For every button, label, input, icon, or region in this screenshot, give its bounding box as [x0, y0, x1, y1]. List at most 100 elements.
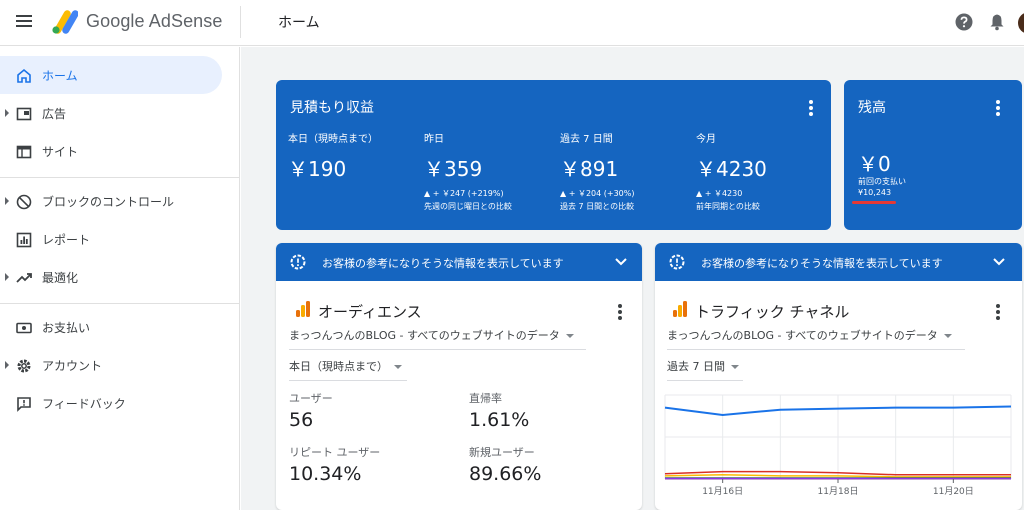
- stat-value: 89.66%: [469, 463, 542, 485]
- metric-this-month: 今月 ￥4230 ▲ + ￥4230 前年同期との比較: [696, 130, 767, 212]
- sidebar-item-label: アカウント: [42, 359, 103, 373]
- sidebar-item-label: 最適化: [42, 271, 79, 285]
- more-options-icon[interactable]: [618, 304, 622, 320]
- estimated-earnings-card: 見積もり収益 本日（現時点まで） ￥190 昨日 ￥359 ▲ + ￥247 (…: [276, 80, 831, 230]
- sidebar-item-label: レポート: [42, 233, 91, 247]
- notifications-bell-icon[interactable]: [989, 13, 1005, 31]
- app-brand: Google AdSense: [86, 11, 223, 31]
- sidebar-item-account[interactable]: アカウント: [0, 346, 222, 384]
- metric-last-7-days: 過去 7 日間 ￥891 ▲ + ￥204 (+30%) 過去 7 日間との比較: [560, 130, 634, 212]
- metric-change: ▲ + ￥204 (+30%): [560, 189, 635, 198]
- insight-icon: [669, 254, 685, 270]
- feedback-icon: [17, 397, 31, 412]
- home-icon: [17, 68, 31, 83]
- period-dropdown-value: 本日（現時点まで）: [289, 360, 388, 373]
- chevron-down-icon[interactable]: [614, 257, 628, 267]
- metric-change: ▲ + ￥4230: [696, 189, 743, 198]
- sites-icon: [16, 145, 32, 159]
- more-options-icon[interactable]: [996, 304, 1000, 320]
- page-title: ホーム: [278, 15, 320, 31]
- metric-change: ▲ + ￥247 (+219%): [424, 189, 504, 198]
- expand-arrow-icon: [5, 273, 9, 281]
- insight-banner-text: お客様の参考になりそうな情報を表示しています: [701, 257, 943, 270]
- metric-value: ￥359: [424, 157, 483, 181]
- menu-icon[interactable]: [16, 14, 34, 28]
- payments-icon: [16, 322, 32, 334]
- balance-value: ￥0: [858, 152, 891, 176]
- insight-banner[interactable]: お客様の参考になりそうな情報を表示しています: [276, 243, 642, 281]
- balance-card: 残高 ￥0 前回の支払い ¥10,243: [844, 80, 1022, 230]
- sidebar-item-sites[interactable]: サイト: [0, 132, 222, 170]
- site-dropdown[interactable]: まっつんつんのBLOG - すべてのウェブサイトのデータ: [289, 327, 586, 350]
- insight-icon: [290, 254, 306, 270]
- stat-label: ユーザー: [289, 392, 333, 405]
- x-tick-label: 11月16日: [702, 486, 743, 497]
- stat-value: 1.61%: [469, 409, 530, 431]
- audience-card: お客様の参考になりそうな情報を表示しています オーディエンス まっつんつんのBL…: [276, 243, 642, 510]
- site-dropdown-value: まっつんつんのBLOG - すべてのウェブサイトのデータ: [667, 329, 938, 342]
- sidebar-item-label: 広告: [42, 107, 67, 121]
- x-tick-label: 11月20日: [933, 486, 974, 497]
- stat-label: 直帰率: [469, 392, 502, 405]
- metric-yesterday: 昨日 ￥359 ▲ + ￥247 (+219%) 先週の同じ曜日との比較: [424, 130, 512, 212]
- sidebar-nav: ホーム 広告 サイト ブロックのコントロール レポート 最適化 お支払い アカウ…: [0, 47, 240, 510]
- gear-icon: [17, 359, 31, 373]
- metric-today: 本日（現時点まで） ￥190: [288, 130, 378, 182]
- site-dropdown-value: まっつんつんのBLOG - すべてのウェブサイトのデータ: [289, 329, 560, 342]
- metric-value: ￥4230: [696, 157, 767, 181]
- top-app-bar: Google AdSense ホーム: [0, 0, 1024, 46]
- header-divider: [240, 6, 241, 38]
- sidebar-item-block-controls[interactable]: ブロックのコントロール: [0, 182, 222, 220]
- period-dropdown[interactable]: 過去 7 日間: [667, 358, 743, 381]
- metric-label: 過去 7 日間: [560, 134, 613, 145]
- sidebar-item-ads[interactable]: 広告: [0, 94, 222, 132]
- site-dropdown[interactable]: まっつんつんのBLOG - すべてのウェブサイトのデータ: [667, 327, 965, 350]
- sidebar-item-label: フィードバック: [42, 397, 126, 411]
- period-dropdown-value: 過去 7 日間: [667, 360, 725, 373]
- insight-banner[interactable]: お客様の参考になりそうな情報を表示しています: [655, 243, 1022, 281]
- trending-icon: [16, 273, 32, 283]
- period-dropdown[interactable]: 本日（現時点まで）: [289, 358, 407, 381]
- sidebar-item-label: サイト: [42, 145, 79, 159]
- help-icon[interactable]: [955, 13, 973, 31]
- traffic-channel-title: トラフィック チャネル: [695, 303, 850, 321]
- sidebar-item-payments[interactable]: お支払い: [0, 308, 222, 346]
- insight-banner-text: お客様の参考になりそうな情報を表示しています: [322, 257, 564, 270]
- caret-down-icon: [943, 334, 952, 338]
- metric-compare: 過去 7 日間との比較: [560, 202, 635, 211]
- avatar[interactable]: [1018, 12, 1024, 34]
- x-tick-label: 11月18日: [818, 486, 859, 497]
- last-payment-value: ¥10,243: [858, 188, 892, 197]
- stat-label: 新規ユーザー: [469, 446, 535, 459]
- traffic-channel-card: お客様の参考になりそうな情報を表示しています トラフィック チャネル まっつんつ…: [655, 243, 1022, 510]
- traffic-line-chart: 11月16日 11月18日 11月20日: [664, 394, 1012, 497]
- sidebar-item-feedback[interactable]: フィードバック: [0, 384, 222, 422]
- sidebar-item-home[interactable]: ホーム: [0, 56, 222, 94]
- metric-label: 昨日: [424, 134, 444, 145]
- sidebar-item-label: お支払い: [42, 321, 91, 335]
- stat-value: 56: [289, 409, 314, 431]
- more-options-icon[interactable]: [809, 100, 813, 116]
- block-icon: [16, 194, 32, 210]
- audience-title: オーディエンス: [318, 303, 422, 321]
- report-icon: [16, 232, 32, 248]
- sidebar-item-reports[interactable]: レポート: [0, 220, 222, 258]
- metric-value: ￥190: [288, 157, 347, 181]
- balance-title: 残高: [858, 100, 886, 116]
- metric-label: 今月: [696, 134, 716, 145]
- more-options-icon[interactable]: [996, 100, 1000, 116]
- metric-value: ￥891: [560, 157, 619, 181]
- expand-arrow-icon: [5, 197, 9, 205]
- stat-label: リピート ユーザー: [289, 446, 381, 459]
- metric-label: 本日（現時点まで）: [288, 134, 378, 145]
- adsense-logo-icon: [52, 10, 78, 34]
- sidebar-item-optimization[interactable]: 最適化: [0, 258, 222, 296]
- sidebar-divider: [0, 177, 240, 178]
- ads-icon: [16, 107, 32, 121]
- chevron-down-icon[interactable]: [992, 257, 1006, 267]
- caret-down-icon: [394, 365, 402, 369]
- sidebar-item-label: ホーム: [42, 69, 78, 83]
- analytics-icon: [296, 301, 310, 317]
- red-underline-annotation: [852, 201, 896, 204]
- analytics-icon: [673, 301, 687, 317]
